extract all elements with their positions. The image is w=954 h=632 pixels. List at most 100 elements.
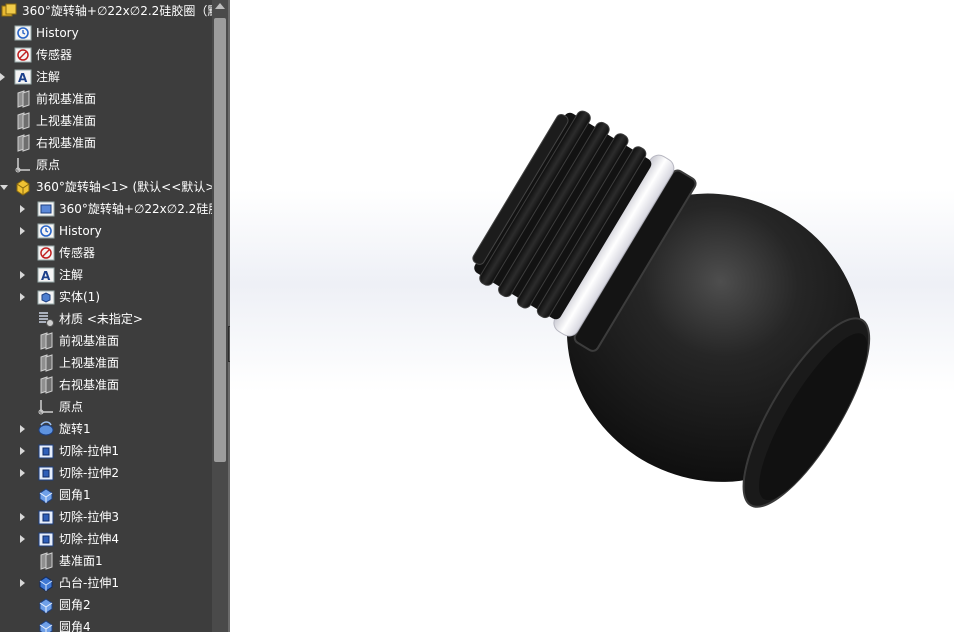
cut-extrude-icon: [37, 530, 55, 548]
tree-item[interactable]: 原点: [14, 154, 60, 176]
expand-arrow-icon[interactable]: [20, 513, 25, 521]
tree-item-label: 传感器: [36, 48, 73, 62]
scroll-up-icon[interactable]: [215, 3, 225, 9]
part-component-icon: [14, 178, 32, 196]
tree-item[interactable]: 实体(1): [37, 286, 100, 308]
expand-arrow-icon[interactable]: [20, 271, 25, 279]
tree-item[interactable]: 圆角1: [37, 484, 91, 506]
plane-icon: [37, 332, 55, 350]
expand-arrow-icon[interactable]: [20, 205, 25, 213]
tree-item[interactable]: 切除-拉伸3: [37, 506, 119, 528]
tree-item[interactable]: 右视基准面: [37, 374, 119, 396]
tree-item[interactable]: 切除-拉伸1: [37, 440, 119, 462]
collapse-arrow-icon[interactable]: [0, 185, 8, 190]
tree-item-label: 上视基准面: [59, 356, 120, 370]
fillet-icon: [37, 486, 55, 504]
tree-item[interactable]: 旋转1: [37, 418, 91, 440]
expand-arrow-icon[interactable]: [20, 579, 25, 587]
history-icon: [37, 222, 55, 240]
tree-item[interactable]: 右视基准面: [14, 132, 96, 154]
tree-item-label: 圆角1: [59, 488, 91, 502]
tree-item-label: History: [36, 26, 79, 40]
tree-item[interactable]: History: [14, 22, 79, 44]
plane-icon: [14, 90, 32, 108]
tree-item[interactable]: 360°旋转轴+∅22x∅2.2硅胶: [37, 198, 212, 220]
tree-item[interactable]: A 注解: [14, 66, 60, 88]
expand-arrow-icon[interactable]: [20, 447, 25, 455]
tree-item[interactable]: A 注解: [37, 264, 83, 286]
tree-scrollbar[interactable]: [212, 0, 228, 632]
tree-root-item[interactable]: 360°旋转轴+∅22x∅2.2硅胶圈（默认: [0, 0, 212, 22]
tree-item-label: 360°旋转轴+∅22x∅2.2硅胶: [59, 202, 212, 216]
graphics-area[interactable]: [230, 0, 954, 632]
sensor-icon: [37, 244, 55, 262]
tree-item-label: 圆角2: [59, 598, 91, 612]
tree-item-label: 原点: [36, 158, 61, 172]
tree-item[interactable]: 圆角4: [37, 616, 91, 632]
tree-item[interactable]: 传感器: [37, 242, 95, 264]
tree-item[interactable]: 前视基准面: [14, 88, 96, 110]
tree-item-label: 圆角4: [59, 620, 91, 632]
tree-item-label: History: [59, 224, 102, 238]
tree-item-label: 注解: [59, 268, 84, 282]
tree-item[interactable]: 基准面1: [37, 550, 103, 572]
cut-extrude-icon: [37, 508, 55, 526]
origin-icon: [14, 156, 32, 174]
assembly-icon: [0, 2, 18, 20]
tree-item-label: 前视基准面: [36, 92, 97, 106]
tree-item-label: 前视基准面: [59, 334, 120, 348]
tree-item-label: 切除-拉伸2: [59, 466, 119, 480]
tree-item-label: 材质 <未指定>: [59, 312, 143, 326]
tree-item[interactable]: 前视基准面: [37, 330, 119, 352]
tree-item-label: 实体(1): [59, 290, 100, 304]
expand-arrow-icon[interactable]: [20, 469, 25, 477]
revolve-icon: [37, 420, 55, 438]
tree-item[interactable]: 凸台-拉伸1: [37, 572, 119, 594]
annotations-icon: A: [14, 68, 32, 86]
tree-item-label: 凸台-拉伸1: [59, 576, 119, 590]
tree-item-label: 右视基准面: [59, 378, 120, 392]
tree-item[interactable]: 360°旋转轴<1> (默认<<默认>_: [14, 176, 212, 198]
tree-item-label: 注解: [36, 70, 61, 84]
material-icon: [37, 310, 55, 328]
expand-arrow-icon[interactable]: [20, 425, 25, 433]
svg-text:A: A: [18, 71, 28, 85]
tree-item[interactable]: 传感器: [14, 44, 72, 66]
tree-item[interactable]: 原点: [37, 396, 83, 418]
history-icon: [14, 24, 32, 42]
tree-item[interactable]: 圆角2: [37, 594, 91, 616]
expand-arrow-icon[interactable]: [20, 293, 25, 301]
component-folder-icon: [37, 200, 55, 218]
expand-arrow-icon[interactable]: [20, 227, 25, 235]
expand-arrow-icon[interactable]: [0, 73, 5, 81]
feature-manager-tree: 360°旋转轴+∅22x∅2.2硅胶圈（默认 History 传感器 A 注解 前视基准…: [0, 0, 212, 632]
fillet-icon: [37, 596, 55, 614]
tree-item[interactable]: 材质 <未指定>: [37, 308, 143, 330]
tree-item-label: 上视基准面: [36, 114, 97, 128]
tree-item-label: 原点: [59, 400, 84, 414]
solid-body-icon: [37, 288, 55, 306]
expand-arrow-icon[interactable]: [20, 535, 25, 543]
tree-item-label: 切除-拉伸1: [59, 444, 119, 458]
part-model-view[interactable]: [230, 0, 954, 632]
tree-item-label: 切除-拉伸4: [59, 532, 119, 546]
tree-item[interactable]: 上视基准面: [37, 352, 119, 374]
tree-item[interactable]: 切除-拉伸2: [37, 462, 119, 484]
cut-extrude-icon: [37, 442, 55, 460]
sensor-icon: [14, 46, 32, 64]
origin-icon: [37, 398, 55, 416]
tree-item[interactable]: 上视基准面: [14, 110, 96, 132]
scrollbar-thumb[interactable]: [214, 18, 226, 462]
tree-item-label: 基准面1: [59, 554, 103, 568]
tree-item[interactable]: History: [37, 220, 102, 242]
plane-icon: [14, 134, 32, 152]
cut-extrude-icon: [37, 464, 55, 482]
tree-item-label: 传感器: [59, 246, 96, 260]
plane-icon: [37, 376, 55, 394]
plane-icon: [37, 552, 55, 570]
annotations-icon: A: [37, 266, 55, 284]
tree-root-label: 360°旋转轴+∅22x∅2.2硅胶圈（默认: [22, 4, 212, 18]
tree-item[interactable]: 切除-拉伸4: [37, 528, 119, 550]
tree-item-label: 切除-拉伸3: [59, 510, 119, 524]
svg-text:A: A: [41, 269, 51, 283]
